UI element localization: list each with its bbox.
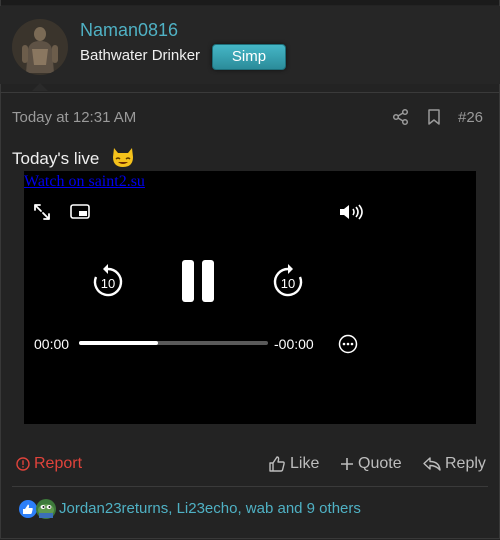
quote-button[interactable]: Quote [358,455,402,473]
actions-divider [12,486,488,487]
pause-icon[interactable] [180,258,216,304]
avatar-image [12,19,68,75]
post-number-link[interactable]: #26 [458,109,483,126]
seek-bar-fill [79,341,159,345]
reply-button[interactable]: Reply [445,455,486,473]
header-pointer [32,83,48,91]
rewind-10-icon[interactable]: 10 [91,263,125,299]
reply-icon[interactable] [423,456,441,472]
user-title: Bathwater Drinker [80,47,201,64]
volume-icon[interactable] [338,202,366,222]
thumbs-up-icon[interactable] [268,455,286,473]
bookmark-icon[interactable] [426,108,442,126]
seek-bar[interactable] [79,341,268,345]
like-reaction-icon[interactable] [19,500,37,518]
post-message: Today's live [12,149,100,168]
smiling-cat-emoji-icon [113,148,133,167]
user-banner-badge: Simp [212,44,286,70]
share-icon[interactable] [392,108,410,126]
reaction-summary-link[interactable]: Jordan23returns, Li23echo, wab and 9 oth… [59,500,361,517]
watch-on-saint-link[interactable]: Watch on saint2.su [24,173,145,191]
report-icon[interactable] [16,457,30,471]
post-user-header: Naman0816 Bathwater Drinker Simp [0,6,500,84]
username-link[interactable]: Naman0816 [80,20,178,41]
forward-seconds-label: 10 [281,276,295,291]
picture-in-picture-icon[interactable] [70,204,90,220]
like-button[interactable]: Like [290,455,319,473]
plus-icon[interactable] [340,457,354,471]
header-divider [0,92,500,93]
report-button[interactable]: Report [34,455,82,473]
fullscreen-icon[interactable] [32,202,52,222]
post-timestamp[interactable]: Today at 12:31 AM [12,109,136,126]
rewind-seconds-label: 10 [101,276,115,291]
pepe-reaction-icon[interactable] [36,499,56,519]
forward-10-icon[interactable]: 10 [271,263,305,299]
more-options-icon[interactable] [338,334,358,354]
time-elapsed: 00:00 [34,336,70,352]
user-avatar[interactable] [12,19,68,75]
time-remaining: -00:00 [274,336,314,352]
